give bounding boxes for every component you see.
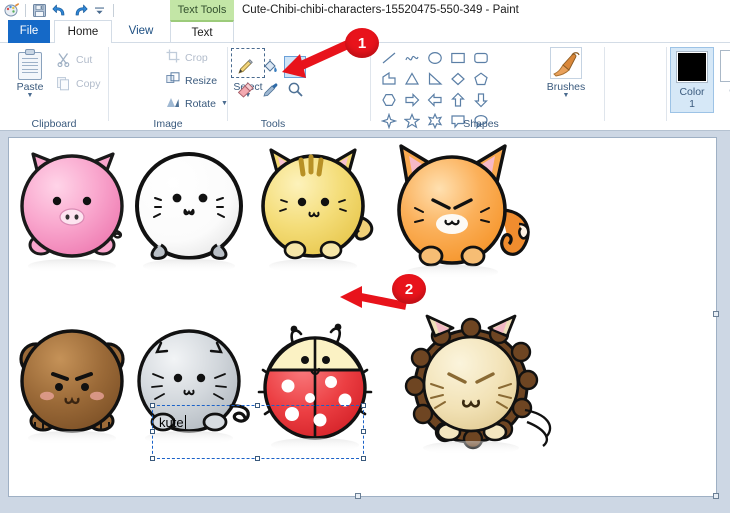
resize-handle-se[interactable] bbox=[361, 456, 366, 461]
color-1-number: 1 bbox=[689, 98, 695, 110]
tab-view[interactable]: View bbox=[114, 20, 168, 43]
shape-up-arrow-icon[interactable] bbox=[448, 90, 468, 110]
resize-button[interactable]: Resize bbox=[166, 72, 217, 89]
shape-rectangle-icon[interactable] bbox=[448, 48, 468, 68]
shape-pentagon-icon[interactable] bbox=[471, 69, 491, 89]
color-1-label: Color bbox=[679, 86, 705, 98]
quick-access-toolbar bbox=[0, 0, 116, 20]
customize-quick-access-icon[interactable] bbox=[91, 2, 108, 19]
resize-handle-w[interactable] bbox=[150, 429, 155, 434]
ribbon-group-shapes: ▲ ▼ ▾ Outline ▼ bbox=[371, 43, 611, 149]
shape-right-triangle-icon[interactable] bbox=[425, 69, 445, 89]
undo-icon[interactable] bbox=[51, 2, 68, 19]
canvas-resize-handle-right[interactable] bbox=[713, 311, 719, 317]
color-1-button[interactable]: Color 1 bbox=[670, 47, 714, 113]
qat-divider-2 bbox=[113, 3, 114, 17]
resize-label: Resize bbox=[185, 74, 218, 87]
ribbon-group-image: Select ▼ Crop bbox=[109, 43, 265, 131]
text-entry-box[interactable]: kute bbox=[150, 403, 366, 461]
lion-character bbox=[404, 314, 552, 455]
canvas-workspace: ThuThuatPhanMem.vn kute bbox=[0, 131, 730, 513]
step-badge-2: 2 bbox=[392, 274, 426, 304]
crop-label: Crop bbox=[185, 51, 208, 64]
cut-label: Cut bbox=[76, 53, 93, 66]
canvas-resize-handle-corner[interactable] bbox=[713, 493, 719, 499]
text-entry-value: kute bbox=[159, 415, 184, 430]
eraser-tool[interactable] bbox=[234, 78, 256, 100]
resize-handle-sw[interactable] bbox=[150, 456, 155, 461]
white-cat-character bbox=[135, 152, 243, 273]
resize-handle-nw[interactable] bbox=[150, 403, 155, 408]
tools-group-label: Tools bbox=[260, 118, 286, 130]
qat-divider-1 bbox=[25, 3, 26, 17]
color-2-swatch[interactable] bbox=[720, 50, 730, 82]
copy-label: Copy bbox=[76, 77, 101, 90]
canvas-resize-handle-bottom[interactable] bbox=[355, 493, 361, 499]
tab-home[interactable]: Home bbox=[54, 20, 112, 43]
crop-icon bbox=[166, 49, 180, 66]
text-entry-content[interactable]: kute bbox=[159, 415, 186, 430]
clipboard-icon bbox=[16, 49, 44, 81]
rotate-icon bbox=[166, 95, 180, 112]
orange-fox-character bbox=[397, 144, 530, 279]
magnifier-tool[interactable] bbox=[284, 78, 306, 100]
document-title: Cute-Chibi-chibi-characters-15520475-550… bbox=[242, 4, 519, 16]
step-badge-1: 1 bbox=[345, 28, 379, 58]
shapes-gallery[interactable] bbox=[379, 48, 501, 149]
tab-file[interactable]: File bbox=[8, 20, 50, 43]
tab-text[interactable]: Text bbox=[170, 20, 234, 43]
group-divider-5 bbox=[666, 47, 667, 121]
resize-handle-ne[interactable] bbox=[361, 403, 366, 408]
contextual-tab-text-tools: Text Tools bbox=[170, 0, 234, 20]
resize-handle-s[interactable] bbox=[255, 456, 260, 461]
shape-left-arrow-icon[interactable] bbox=[425, 90, 445, 110]
color-2-button[interactable]: Co bbox=[716, 47, 730, 113]
resize-handle-n[interactable] bbox=[255, 403, 260, 408]
image-group-label: Image bbox=[153, 118, 183, 130]
resize-icon bbox=[166, 72, 180, 89]
shape-triangle-icon[interactable] bbox=[402, 69, 422, 89]
copy-button[interactable]: Copy bbox=[56, 76, 101, 91]
color-picker-tool[interactable] bbox=[259, 78, 281, 100]
shape-down-arrow-icon[interactable] bbox=[471, 90, 491, 110]
shape-diamond-icon[interactable] bbox=[448, 69, 468, 89]
shape-line-icon[interactable] bbox=[379, 48, 399, 68]
ribbon-group-clipboard: Paste ▼ Cut Copy Clipboard bbox=[0, 43, 108, 131]
shape-curve-icon[interactable] bbox=[402, 48, 422, 68]
shape-polygon-icon[interactable] bbox=[379, 69, 399, 89]
scissors-icon bbox=[56, 52, 71, 68]
paint-logo-icon[interactable] bbox=[3, 2, 20, 19]
crop-button[interactable]: Crop bbox=[166, 49, 208, 66]
copy-icon bbox=[56, 76, 71, 91]
clipboard-group-label: Clipboard bbox=[31, 118, 77, 130]
shape-hexagon-icon[interactable] bbox=[379, 90, 399, 110]
shape-oval-icon[interactable] bbox=[425, 48, 445, 68]
paste-button[interactable]: Paste ▼ bbox=[8, 47, 52, 109]
rotate-label: Rotate bbox=[185, 97, 216, 110]
yellow-cat-character bbox=[261, 148, 374, 273]
cut-button[interactable]: Cut bbox=[56, 52, 93, 68]
save-icon[interactable] bbox=[31, 2, 48, 19]
pig-character bbox=[20, 152, 124, 273]
rotate-button[interactable]: Rotate ▼ bbox=[166, 95, 228, 112]
brown-bear-character bbox=[19, 329, 125, 445]
text-caret bbox=[184, 415, 186, 429]
shape-rounded-rectangle-icon[interactable] bbox=[471, 48, 491, 68]
title-bar: Text Tools Cute-Chibi-chibi-characters-1… bbox=[0, 0, 730, 20]
shapes-group-label: Shapes bbox=[463, 118, 499, 130]
redo-icon[interactable] bbox=[71, 2, 88, 19]
color-1-swatch[interactable] bbox=[676, 51, 708, 83]
paint-application-window: Text Tools Cute-Chibi-chibi-characters-1… bbox=[0, 0, 730, 513]
resize-handle-e[interactable] bbox=[361, 429, 366, 434]
ribbon-group-size: Size ▼ bbox=[605, 43, 667, 131]
paste-dropdown-caret[interactable]: ▼ bbox=[27, 92, 34, 99]
shape-right-arrow-icon[interactable] bbox=[402, 90, 422, 110]
